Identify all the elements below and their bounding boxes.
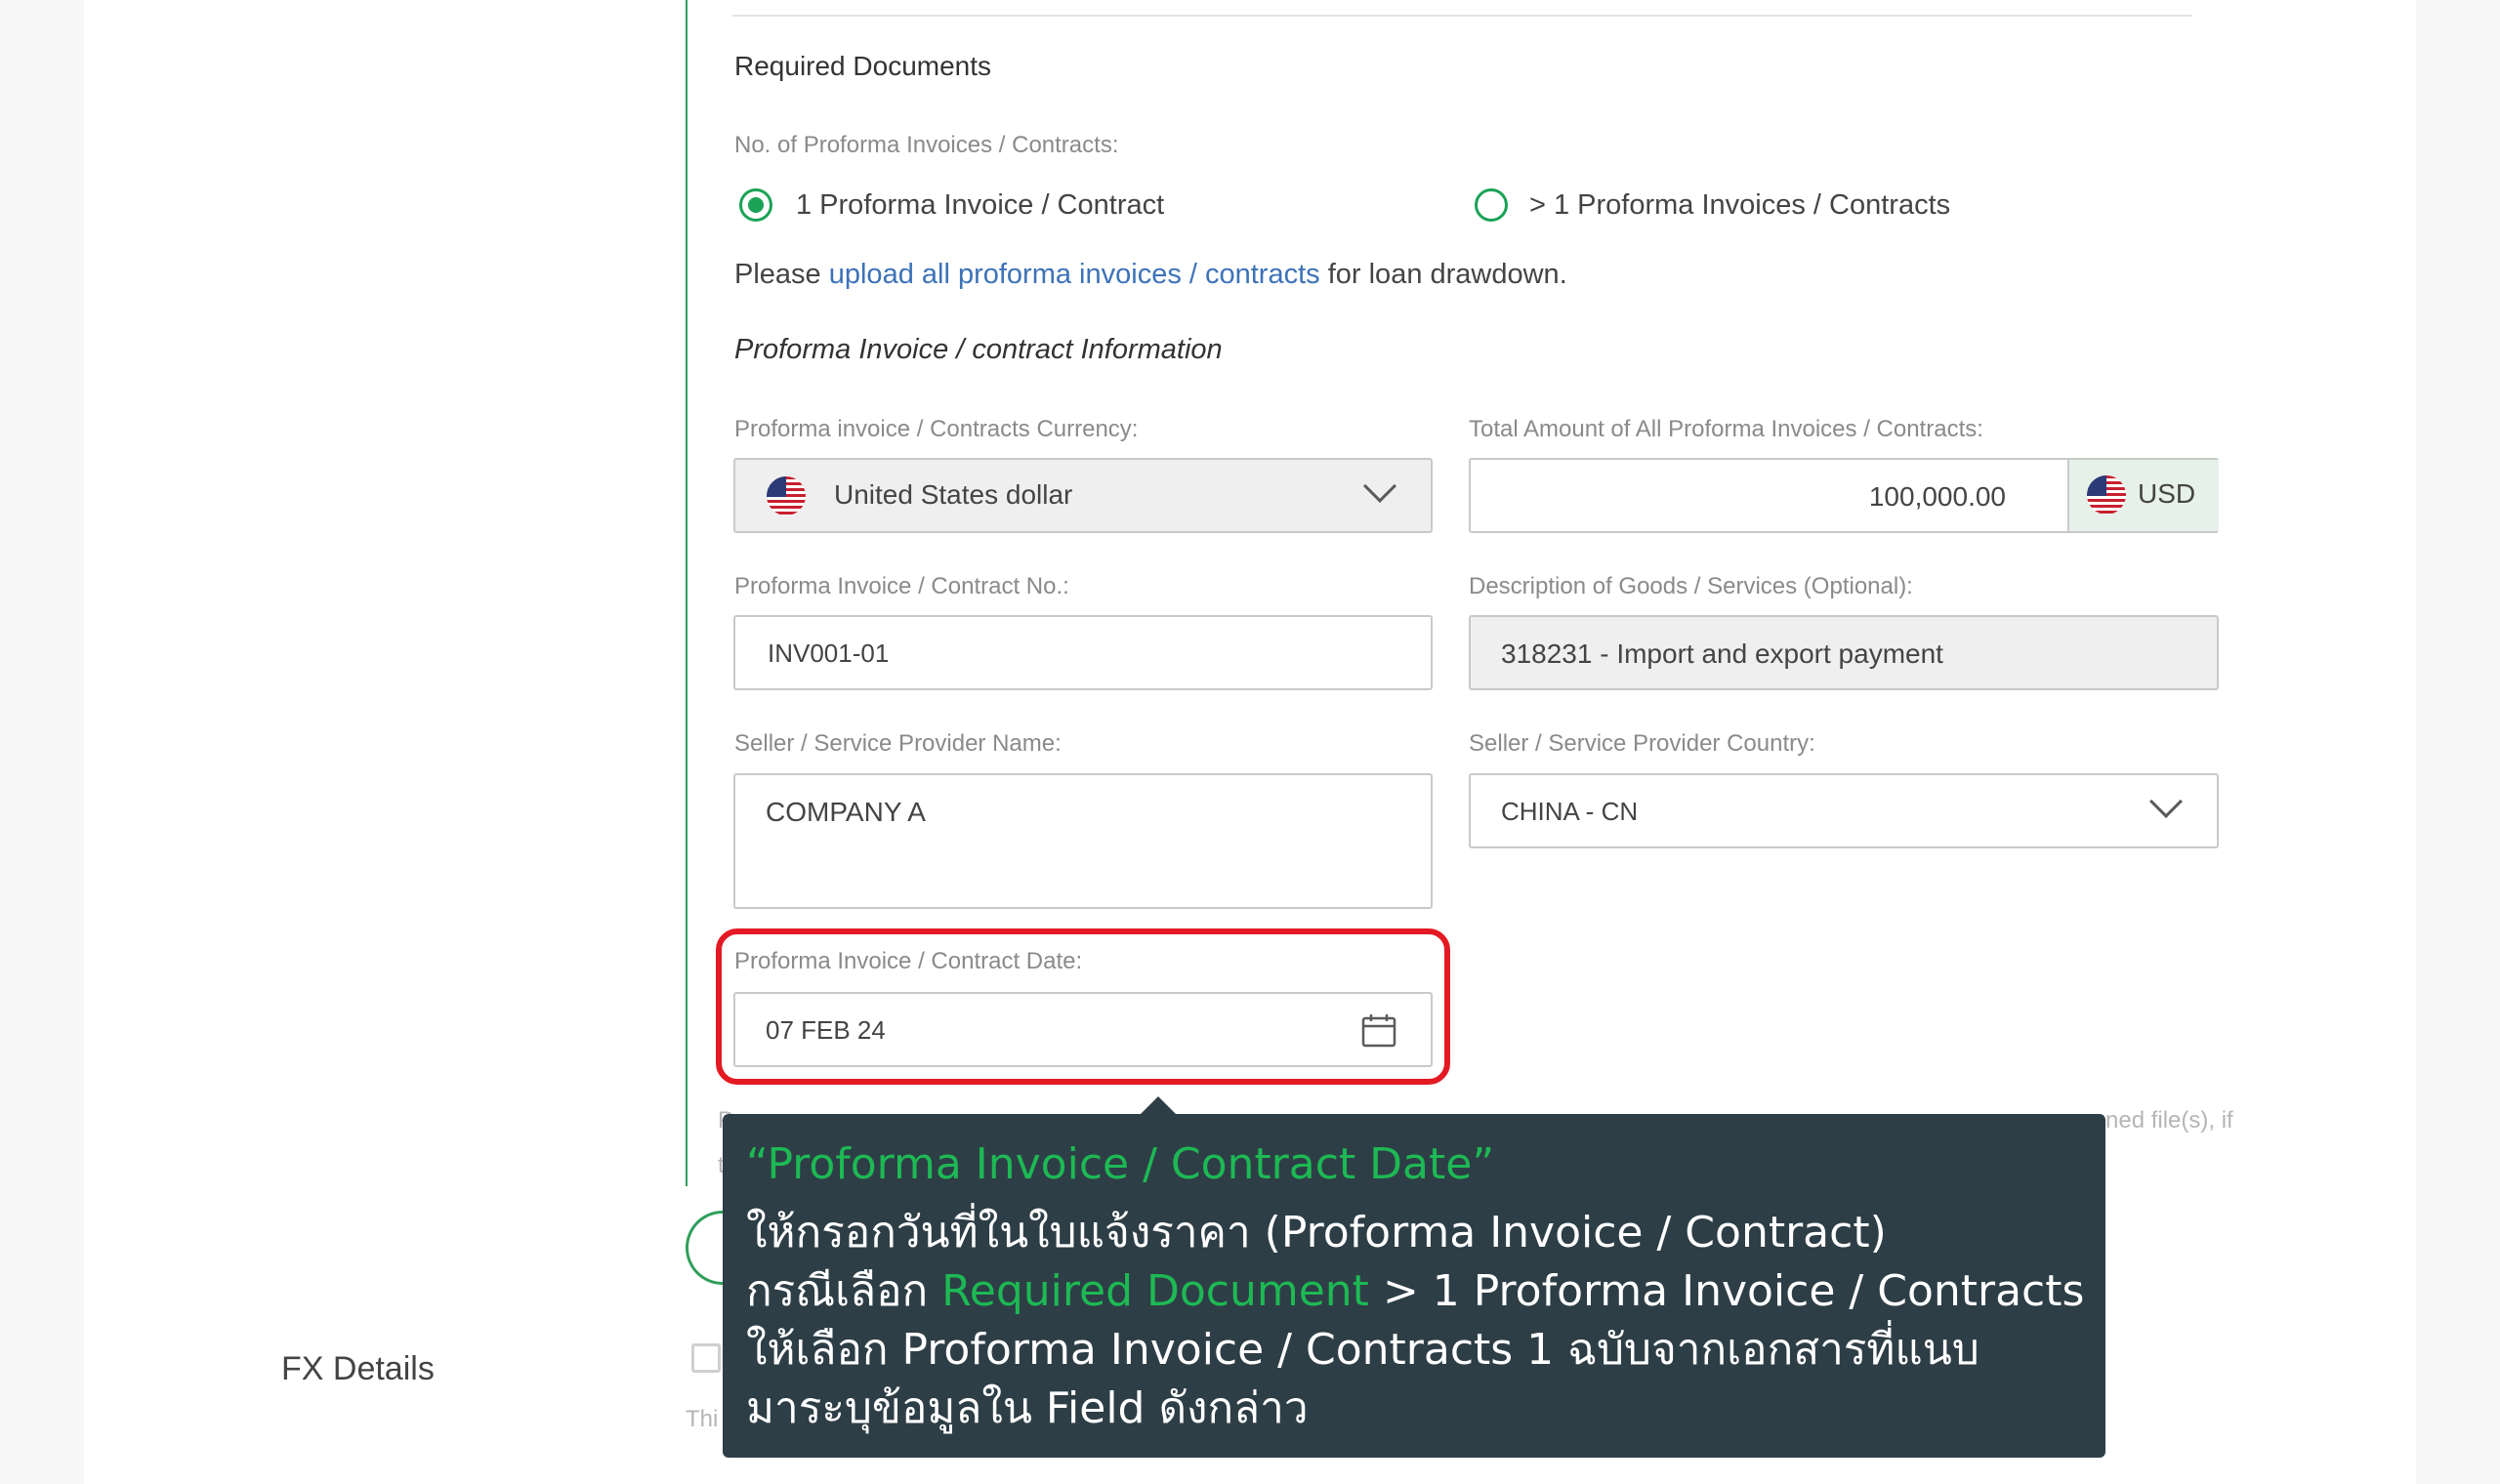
- seller-country-value: CHINA - CN: [1501, 797, 1639, 826]
- description-label: Description of Goods / Services (Optiona…: [1469, 573, 1913, 599]
- radio-single-invoice-label[interactable]: 1 Proforma Invoice / Contract: [796, 189, 1164, 222]
- seller-country-select[interactable]: CHINA - CN: [1469, 773, 2219, 848]
- radio-single-invoice[interactable]: [739, 188, 772, 222]
- tooltip-line-3-prefix: กรณีเลือก: [746, 1266, 929, 1316]
- seller-name-input[interactable]: COMPANY A: [733, 773, 1433, 909]
- step-rail: [686, 0, 688, 1186]
- invoice-info-subheading: Proforma Invoice / contract Information: [734, 334, 1223, 365]
- chevron-down-icon: [2149, 785, 2183, 818]
- total-amount-value: 100,000.00: [1868, 481, 2006, 512]
- total-currency-code: USD: [2138, 478, 2196, 509]
- description-value: 318231 - Import and export payment: [1501, 639, 1943, 669]
- required-documents-heading: Required Documents: [734, 51, 992, 81]
- seller-country-label: Seller / Service Provider Country:: [1469, 730, 1815, 757]
- upload-info-text: Please upload all proforma invoices / co…: [734, 259, 1567, 291]
- tooltip-line-3-suffix: > 1 Proforma Invoice / Contracts: [1382, 1266, 2085, 1316]
- date-field-highlight: [716, 928, 1450, 1085]
- chevron-down-icon: [1363, 470, 1396, 503]
- us-flag-icon: [767, 476, 806, 515]
- invoice-no-input[interactable]: INV001-01: [733, 615, 1433, 690]
- seller-name-value: COMPANY A: [766, 797, 926, 827]
- info-suffix: for loan drawdown.: [1327, 259, 1567, 290]
- tooltip-title: “Proforma Invoice / Contract Date”: [746, 1139, 1495, 1189]
- seller-name-label: Seller / Service Provider Name:: [734, 730, 1062, 757]
- instruction-tooltip: “Proforma Invoice / Contract Date” ให้กร…: [723, 1114, 2105, 1458]
- currency-suffix: USD: [2067, 460, 2219, 531]
- fx-details-label: FX Details: [281, 1350, 435, 1387]
- radio-multiple-invoices-label[interactable]: > 1 Proforma Invoices / Contracts: [1529, 189, 1950, 222]
- radio-multiple-invoices[interactable]: [1475, 188, 1508, 222]
- upload-invoices-link[interactable]: upload all proforma invoices / contracts: [829, 259, 1320, 290]
- tooltip-line-3-highlight: Required Document: [941, 1266, 1369, 1316]
- proforma-count-label: No. of Proforma Invoices / Contracts:: [734, 132, 1119, 158]
- section-divider: [732, 15, 2192, 17]
- currency-label: Proforma invoice / Contracts Currency:: [734, 416, 1139, 442]
- total-amount-field[interactable]: 100,000.00 USD: [1469, 458, 2219, 533]
- total-amount-label: Total Amount of All Proforma Invoices / …: [1469, 416, 1983, 442]
- invoice-no-value: INV001-01: [768, 639, 890, 668]
- obscured-note-right: ned file(s), if: [2105, 1107, 2233, 1134]
- tooltip-arrow: [1139, 1096, 1178, 1116]
- description-field[interactable]: 318231 - Import and export payment: [1469, 615, 2219, 690]
- invoice-no-label: Proforma Invoice / Contract No.:: [734, 573, 1069, 599]
- fx-note-partial: Thi: [686, 1406, 719, 1432]
- currency-value: United States dollar: [834, 479, 1073, 510]
- fx-checkbox[interactable]: [691, 1343, 721, 1373]
- info-prefix: Please: [734, 259, 821, 290]
- tooltip-line-5: มาระบุข้อมูลใน Field ดังกล่าว: [746, 1383, 1309, 1433]
- us-flag-icon: [2087, 475, 2126, 515]
- currency-select[interactable]: United States dollar: [733, 458, 1433, 533]
